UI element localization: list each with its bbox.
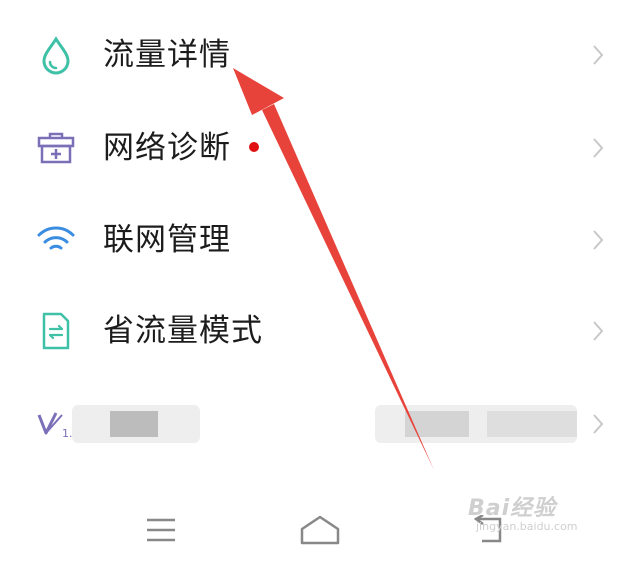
watermark-url: jingyan.baidu.com xyxy=(476,520,578,533)
chevron-right-icon xyxy=(588,40,608,70)
toolbox-icon xyxy=(36,128,76,168)
wifi-icon xyxy=(36,220,76,260)
baidu-watermark: Bai经验 jingyan.baidu.com xyxy=(468,490,578,533)
blurred-text-left xyxy=(72,405,200,443)
home-icon[interactable] xyxy=(298,510,342,550)
chevron-right-icon xyxy=(588,409,608,439)
menu-icon[interactable] xyxy=(139,510,183,550)
water-drop-icon xyxy=(36,35,76,75)
watermark-main-text: Bai经验 xyxy=(468,496,557,521)
document-swap-icon xyxy=(36,311,76,351)
chevron-right-icon xyxy=(588,225,608,255)
menu-item-label: 网络诊断 xyxy=(103,130,231,166)
blurred-text-right xyxy=(375,405,577,443)
v-logo-icon: 1. xyxy=(36,404,76,444)
menu-item-label: 流量详情 xyxy=(103,37,231,73)
notification-dot xyxy=(249,142,259,152)
menu-item-label: 省流量模式 xyxy=(103,313,263,349)
menu-item-network-diagnosis[interactable]: 网络诊断 xyxy=(0,101,640,195)
menu-item-label: 联网管理 xyxy=(103,222,231,258)
menu-item-network-management[interactable]: 联网管理 xyxy=(0,193,640,287)
svg-text:1.: 1. xyxy=(62,427,73,439)
menu-item-data-saver-mode[interactable]: 省流量模式 xyxy=(0,284,640,378)
menu-item-traffic-details[interactable]: 流量详情 xyxy=(0,8,640,102)
chevron-right-icon xyxy=(588,133,608,163)
chevron-right-icon xyxy=(588,316,608,346)
